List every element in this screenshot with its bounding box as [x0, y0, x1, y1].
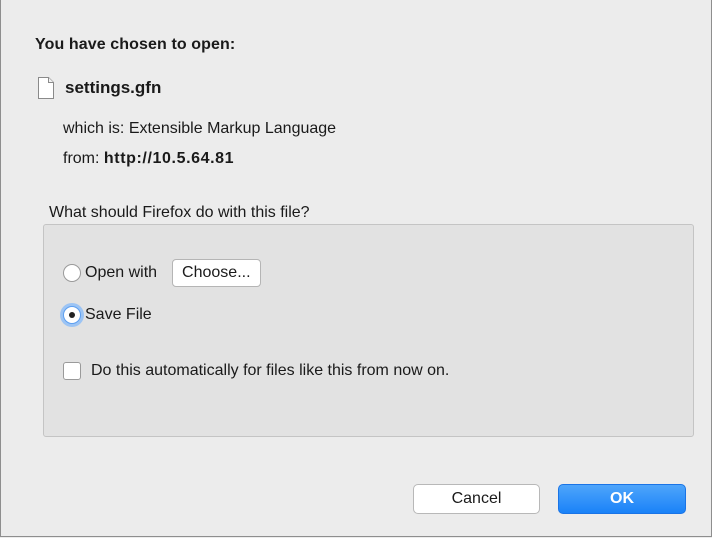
- file-type-line: which is: Extensible Markup Language: [63, 120, 336, 138]
- file-source-label: from:: [63, 150, 100, 167]
- dialog-heading: You have chosen to open:: [35, 36, 236, 53]
- radio-selected-dot: [69, 312, 75, 318]
- choose-application-button[interactable]: Choose...: [172, 259, 261, 287]
- file-source-line: from: http://10.5.64.81: [63, 150, 234, 168]
- document-icon: [37, 77, 55, 99]
- auto-action-label[interactable]: Do this automatically for files like thi…: [91, 362, 449, 380]
- open-with-option[interactable]: Open with Choose...: [63, 259, 261, 287]
- save-file-radio[interactable]: [63, 306, 81, 324]
- file-row: settings.gfn: [37, 77, 161, 99]
- file-name: settings.gfn: [65, 78, 162, 97]
- open-with-label[interactable]: Open with: [85, 264, 157, 282]
- save-file-label[interactable]: Save File: [85, 306, 152, 324]
- file-type-value: Extensible Markup Language: [128, 120, 337, 137]
- action-options-group: [43, 224, 694, 437]
- auto-action-checkbox[interactable]: [63, 362, 81, 380]
- save-file-option[interactable]: Save File: [63, 306, 152, 324]
- ok-button[interactable]: OK: [558, 484, 686, 514]
- cancel-button[interactable]: Cancel: [413, 484, 540, 514]
- file-type-label: which is:: [63, 120, 125, 137]
- file-source-url: http://10.5.64.81: [103, 150, 235, 167]
- auto-action-option[interactable]: Do this automatically for files like thi…: [63, 362, 449, 380]
- open-with-radio[interactable]: [63, 264, 81, 282]
- action-question: What should Firefox do with this file?: [49, 204, 310, 221]
